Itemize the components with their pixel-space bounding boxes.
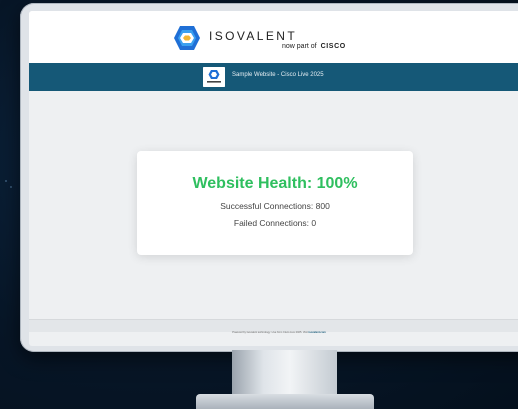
failed-connections: Failed Connections: 0 [233,218,317,228]
background-dot [10,186,12,188]
site-footer: Powered by Isovalent technology. Live fr… [29,319,518,334]
monitor-screen: ISOVALENT now part of CISCO Sample Websi… [29,11,518,346]
monitor-stand-neck [232,350,337,398]
footer-text: Powered by Isovalent technology. Live fr… [232,331,326,334]
site-title: Sample Website - Cisco Live 2025 [232,72,324,78]
footer-text-body: Powered by Isovalent technology. Live fr… [232,331,308,334]
brand-subtitle: now part of CISCO [282,43,346,50]
health-title: Website Health: 100% [192,175,358,192]
monitor-stand-base [196,394,374,409]
background-dot [5,180,7,182]
isovalent-logo-icon[interactable] [203,67,225,87]
brand-name: ISOVALENT [209,29,298,43]
health-card: Website Health: 100% Successful Connecti… [137,151,413,255]
footer-link[interactable]: isovalent.com [308,331,325,334]
site-header: ISOVALENT now part of CISCO [29,11,518,64]
isovalent-hexagon-icon[interactable] [173,25,201,51]
site-nav-bar: Sample Website - Cisco Live 2025 [29,63,518,91]
successful-connections: Successful Connections: 800 [220,201,330,211]
cisco-wordmark: CISCO [320,43,346,50]
brand-sub-prefix: now part of [282,43,317,50]
